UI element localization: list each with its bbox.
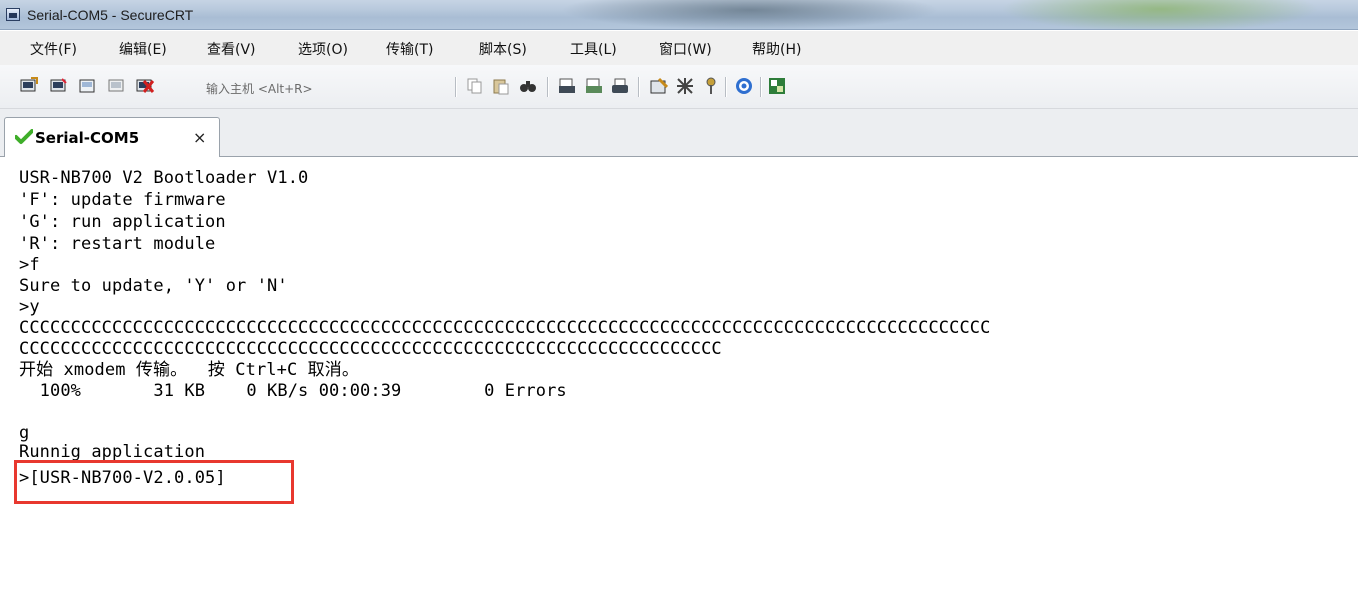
host-input[interactable] bbox=[206, 81, 436, 97]
version-highlight-box bbox=[14, 460, 294, 504]
session-tab-strip: Serial-COM5 × bbox=[0, 109, 1358, 157]
menu-view[interactable]: 查看(V) bbox=[207, 39, 256, 59]
menu-tools[interactable]: 工具(L) bbox=[570, 39, 617, 59]
copy-icon[interactable] bbox=[466, 77, 484, 95]
print-selection-icon[interactable] bbox=[585, 77, 603, 95]
terminal-line: 'F': update firmware bbox=[19, 190, 226, 210]
tab-close-button[interactable]: × bbox=[193, 128, 206, 147]
terminal-line: 'R': restart module bbox=[19, 234, 216, 254]
terminal-line: Sure to update, 'Y' or 'N' bbox=[19, 276, 288, 296]
connected-check-icon bbox=[14, 129, 34, 145]
toolbar-separator bbox=[638, 77, 639, 97]
reconnect-icon[interactable] bbox=[108, 77, 126, 95]
terminal-line: >y bbox=[19, 297, 40, 317]
securecrt-app-icon[interactable] bbox=[6, 8, 20, 21]
help-icon[interactable] bbox=[735, 77, 753, 95]
session-options-icon[interactable] bbox=[650, 77, 668, 95]
window-title: Serial-COM5 - SecureCRT bbox=[27, 7, 194, 23]
terminal-line: USR-NB700 V2 Bootloader V1.0 bbox=[19, 168, 309, 188]
toolbar bbox=[0, 65, 1358, 109]
toolbar-separator bbox=[725, 77, 726, 97]
terminal-line: 开始 xmodem 传输。 按 Ctrl+C 取消。 bbox=[19, 360, 359, 380]
terminal-line: CCCCCCCCCCCCCCCCCCCCCCCCCCCCCCCCCCCCCCCC… bbox=[19, 318, 991, 338]
menu-window[interactable]: 窗口(W) bbox=[659, 39, 712, 59]
menu-script[interactable]: 脚本(S) bbox=[479, 39, 527, 59]
menu-help[interactable]: 帮助(H) bbox=[752, 39, 801, 59]
global-options-icon[interactable] bbox=[676, 77, 694, 95]
disconnect-icon[interactable] bbox=[136, 77, 154, 95]
menu-options[interactable]: 选项(O) bbox=[298, 39, 348, 59]
terminal-line: >f bbox=[19, 255, 40, 275]
quick-connect-icon[interactable] bbox=[50, 77, 68, 95]
title-bar: Serial-COM5 - SecureCRT bbox=[0, 0, 1358, 30]
menu-edit[interactable]: 编辑(E) bbox=[119, 39, 167, 59]
tab-label: Serial-COM5 bbox=[35, 129, 140, 147]
terminal-line: Runnig application bbox=[19, 442, 206, 462]
tab-serial-com5[interactable]: Serial-COM5 × bbox=[4, 117, 220, 157]
toolbar-separator bbox=[547, 77, 548, 97]
menu-transfer[interactable]: 传输(T) bbox=[386, 39, 433, 59]
print-setup-icon[interactable] bbox=[558, 77, 576, 95]
menu-file[interactable]: 文件(F) bbox=[30, 39, 77, 59]
connect-icon[interactable] bbox=[20, 77, 38, 95]
terminal-line: g bbox=[19, 423, 30, 443]
sftp-icon[interactable] bbox=[768, 77, 786, 95]
paste-icon[interactable] bbox=[492, 77, 510, 95]
terminal-line: CCCCCCCCCCCCCCCCCCCCCCCCCCCCCCCCCCCCCCCC… bbox=[19, 339, 722, 359]
toolbar-separator bbox=[760, 77, 761, 97]
toolbar-separator bbox=[455, 77, 456, 97]
menu-bar: 文件(F) 编辑(E) 查看(V) 选项(O) 传输(T) 脚本(S) 工具(L… bbox=[0, 31, 1358, 65]
connect-tab-icon[interactable] bbox=[78, 77, 96, 95]
find-icon[interactable] bbox=[519, 77, 537, 95]
terminal-output[interactable]: USR-NB700 V2 Bootloader V1.0 'F': update… bbox=[10, 164, 1358, 592]
terminal-line: 100% 31 KB 0 KB/s 00:00:39 0 Errors bbox=[19, 381, 567, 401]
terminal-line: 'G': run application bbox=[19, 212, 226, 232]
print-icon[interactable] bbox=[611, 77, 629, 95]
keymap-icon[interactable] bbox=[702, 77, 720, 95]
